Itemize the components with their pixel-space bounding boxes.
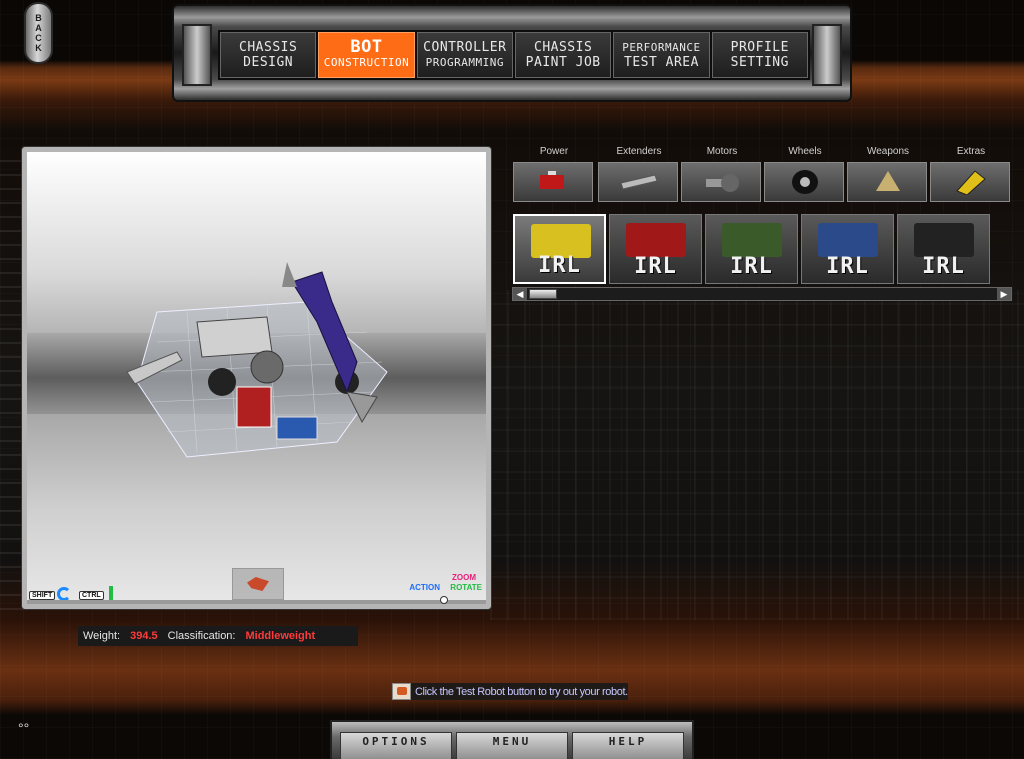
weight-value: 394.5 [130, 630, 158, 642]
tab-line2: PROGRAMMING [425, 56, 504, 69]
menu-button[interactable]: MENU [456, 732, 568, 759]
bot-status-bar: Weight: 394.5 Classification: Middleweig… [78, 626, 358, 646]
nav-tab-strip: CHASSIS DESIGN BOT CONSTRUCTION CONTROLL… [218, 30, 810, 80]
extras-icon [956, 170, 986, 195]
shift-key-hint: SHIFT [29, 591, 56, 600]
hint-icon [392, 683, 411, 700]
ctrl-key-hint: CTRL [79, 591, 104, 600]
viewport-slider-knob[interactable] [440, 596, 448, 604]
left-wheel [208, 368, 236, 396]
red-battery [236, 386, 272, 428]
tab-line2: PAINT JOB [525, 55, 601, 70]
scroll-thumb[interactable] [529, 289, 557, 299]
robot-3d-viewport[interactable]: SHIFT CTRL ZOOM ACTION ROTATE [22, 147, 491, 609]
weight-label: Weight: [83, 630, 121, 642]
tab-line2: CONSTRUCTION [323, 56, 410, 69]
top-navigation: CHASSIS DESIGN BOT CONSTRUCTION CONTROLL… [172, 4, 852, 102]
classification-value: Middleweight [245, 630, 316, 642]
upper-plate [196, 316, 273, 358]
zoom-label: ZOOM [452, 573, 476, 582]
category-tile[interactable] [681, 162, 761, 202]
camera-view-icon[interactable] [232, 568, 284, 600]
options-button[interactable]: OPTIONS [340, 732, 452, 759]
tab-chassis-paint-job[interactable]: CHASSIS PAINT JOB [514, 32, 612, 78]
category-tile[interactable] [764, 162, 844, 202]
back-button[interactable]: BACK [24, 2, 53, 64]
tab-performance-test-area[interactable]: PERFORMANCE TEST AREA [613, 32, 710, 78]
part-image [722, 223, 782, 257]
category-tile[interactable] [930, 162, 1010, 202]
tab-line1: CHASSIS [534, 40, 593, 55]
category-label: Extenders [616, 146, 662, 157]
category-power[interactable]: Power [513, 146, 595, 202]
parts-scrollbar[interactable]: ◀ ▶ [512, 287, 1012, 301]
category-label: Motors [706, 146, 738, 157]
part-item[interactable]: IRL [705, 214, 798, 284]
category-label: Wheels [788, 146, 822, 157]
tab-line1: CHASSIS [239, 40, 298, 55]
part-item[interactable]: IRL [609, 214, 702, 284]
wheel-icon [792, 170, 818, 194]
rotate-label: ROTATE [450, 583, 482, 592]
part-item[interactable]: IRL [897, 214, 990, 284]
category-weapons[interactable]: Weapons [847, 146, 929, 202]
game-logo-icon: °° [18, 720, 30, 736]
motor-hub [250, 350, 284, 384]
category-tile[interactable] [598, 162, 678, 202]
hint-text: Click the Test Robot button to try out y… [415, 685, 628, 698]
category-label: Power [539, 146, 569, 157]
nav-left-bracket [182, 24, 212, 86]
tab-line2: TEST AREA [624, 55, 699, 70]
part-item[interactable]: IRL [513, 214, 606, 284]
back-button-label: BACK [33, 13, 44, 53]
category-tile[interactable] [847, 162, 927, 202]
tab-line1: CONTROLLER [423, 40, 507, 55]
part-item[interactable]: IRL [801, 214, 894, 284]
part-label: IRL [730, 254, 773, 279]
tab-profile-setting[interactable]: PROFILE SETTING [711, 32, 808, 78]
tab-line1: BOT [350, 37, 383, 57]
bottom-menu: OPTIONS MENU HELP [330, 720, 694, 759]
tab-bot-construction[interactable]: BOT CONSTRUCTION [318, 32, 415, 78]
tab-line2: DESIGN [243, 55, 294, 70]
action-label: ACTION [409, 583, 440, 592]
tab-line1: PROFILE [730, 40, 789, 55]
help-button[interactable]: HELP [572, 732, 684, 759]
blue-battery [276, 416, 318, 440]
scroll-left-arrow-icon[interactable]: ◀ [513, 288, 527, 300]
classification-label: Classification: [167, 630, 236, 642]
category-extenders[interactable]: Extenders [598, 146, 680, 202]
hint-bar: Click the Test Robot button to try out y… [392, 683, 628, 700]
part-label: IRL [826, 254, 869, 279]
category-wheels[interactable]: Wheels [764, 146, 846, 202]
motor-icon [706, 174, 739, 192]
part-image [626, 223, 686, 257]
category-extras[interactable]: Extras [930, 146, 1012, 202]
category-label: Extras [956, 146, 986, 157]
circuit-board-backdrop [490, 290, 1024, 620]
part-label: IRL [922, 254, 965, 279]
category-tile[interactable] [513, 162, 593, 202]
part-image [818, 223, 878, 257]
rotate-icon [57, 587, 71, 601]
battery-icon [540, 171, 564, 189]
part-label: IRL [538, 253, 581, 278]
spike [282, 262, 297, 287]
part-image [914, 223, 974, 257]
scroll-right-arrow-icon[interactable]: ▶ [997, 288, 1011, 300]
circuit-board-edge [0, 150, 24, 610]
tab-line1: PERFORMANCE [622, 41, 701, 54]
weapon-icon [876, 171, 900, 191]
viewport-slider-track [27, 600, 486, 604]
robot-model[interactable] [117, 262, 397, 482]
extender-bar-icon [621, 174, 657, 190]
part-label: IRL [634, 254, 677, 279]
category-motors[interactable]: Motors [681, 146, 763, 202]
category-label: Weapons [866, 146, 910, 157]
tab-chassis-design[interactable]: CHASSIS DESIGN [220, 32, 317, 78]
tab-line2: SETTING [730, 55, 789, 70]
tab-controller-programming[interactable]: CONTROLLER PROGRAMMING [416, 32, 513, 78]
parts-carousel: IRL IRL IRL IRL IRL [513, 214, 1013, 284]
nav-right-bracket [812, 24, 842, 86]
